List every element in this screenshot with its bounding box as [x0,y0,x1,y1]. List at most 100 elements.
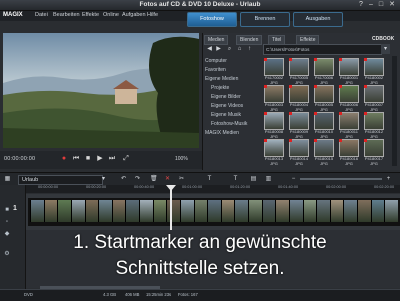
photo-thumbnail[interactable]: P4180004 JPG [289,85,309,112]
timeline-clip[interactable] [111,200,126,222]
timeline-clip[interactable] [70,200,85,222]
timeline-clip[interactable] [166,200,180,222]
folder-item[interactable]: MAGIX Medien [205,130,239,136]
timeline-clip[interactable] [179,200,194,222]
photo-thumbnail[interactable]: P4180002 JPG [364,58,384,85]
photo-thumbnail[interactable]: P4180003 JPG [264,85,284,112]
menu-bearbeiten[interactable]: Bearbeiten [53,12,80,18]
timeline-clip[interactable] [220,200,235,222]
folder-item[interactable]: Eigene Bilder [211,94,241,100]
folder-up-icon[interactable]: ↑ [246,45,253,53]
start-marker-line[interactable] [170,187,172,232]
timeline-clip[interactable] [193,200,208,222]
menu-aufgaben[interactable]: Aufgaben [122,12,146,18]
photo-thumbnail[interactable]: P4180012 JPG [364,112,384,139]
track-mute-icon[interactable]: ■ [3,206,11,214]
help-icon[interactable]: ? [356,1,366,9]
timeline-clip[interactable] [207,200,221,222]
storyboard-icon[interactable]: ▥ [265,175,272,183]
timeline-clip[interactable] [357,200,371,222]
path-field[interactable]: C:\Users\Fotos\Fotos [263,44,382,55]
menu-hilfe[interactable]: Hilfe [147,12,158,18]
path-dropdown-icon[interactable]: ▾ [381,44,390,54]
photo-thumbnail[interactable]: P4180008 JPG [264,112,284,139]
photo-thumbnail[interactable]: P4180007 JPG [364,85,384,112]
play-icon[interactable]: ▶ [96,155,104,163]
timeline-clip[interactable] [57,200,71,222]
text-icon[interactable]: T [206,175,213,183]
timeline-clip[interactable] [343,200,358,222]
zoom-slider[interactable] [300,178,382,180]
project-select[interactable]: Urlaub [18,175,103,185]
photo-thumbnail[interactable]: P4180001 JPG [339,58,359,85]
folder-item[interactable]: Eigene Medien [205,76,238,82]
redo-icon[interactable]: ↷ [134,175,141,183]
timeline-clip[interactable] [316,200,330,222]
photo-thumbnail[interactable]: P4180016 JPG [339,139,359,166]
maximize-icon[interactable]: □ [376,1,386,9]
photo-thumbnail[interactable]: P4180015 JPG [314,139,334,166]
cut-icon[interactable]: ✕ [164,175,171,183]
pool-tab-medien[interactable]: Medien [204,35,229,45]
search-icon[interactable]: ⌕ [226,45,233,53]
scissors-icon[interactable]: ✂ [178,175,185,183]
grid-icon[interactable]: ▦ [4,175,11,183]
zoom-out-icon[interactable]: − [290,175,297,183]
pool-scrollbar[interactable] [392,56,397,166]
photo-thumbnail[interactable]: P4170005 JPG [289,58,309,85]
close-icon[interactable]: ✕ [387,1,397,9]
next-icon[interactable]: ⏭ [108,155,116,163]
menu-datei[interactable]: Datei [35,12,48,18]
timeline-clip[interactable] [302,200,317,222]
preview-monitor[interactable] [3,33,199,148]
track-lock-icon[interactable]: ▫ [3,218,11,226]
timeline-clip[interactable] [234,200,249,222]
photo-thumbnail[interactable]: P4180009 JPG [289,112,309,139]
minimize-icon[interactable]: – [366,1,376,9]
timeline-clip[interactable] [288,200,303,222]
delete-icon[interactable]: 🗑 [150,175,158,183]
menu-online[interactable]: Online [103,12,119,18]
home-icon[interactable]: ⌂ [236,45,243,53]
back-icon[interactable]: ◀ [206,45,213,53]
photo-thumbnail[interactable]: P4180013 JPG [264,139,284,166]
timeline-clip[interactable] [98,200,112,222]
undo-icon[interactable]: ↶ [120,175,127,183]
menu-effekte[interactable]: Effekte [82,12,99,18]
zoom-level[interactable]: 100% [175,156,188,162]
photo-thumbnail[interactable]: P4180005 JPG [314,85,334,112]
tab-ausgaben[interactable]: Ausgaben [293,12,343,27]
forward-icon[interactable]: ▶ [215,45,222,53]
fullscreen-icon[interactable]: ⤢ [122,155,130,163]
folder-item[interactable]: Projekte [211,85,229,91]
photo-thumbnail[interactable]: P4170006 JPG [314,58,334,85]
photo-thumbnail[interactable]: P4180011 JPG [339,112,359,139]
text-effect-icon[interactable]: T [232,175,239,183]
photo-thumbnail[interactable]: P4180017 JPG [364,139,384,166]
timeline-clip[interactable] [370,200,385,222]
timeline-clip[interactable] [384,200,398,222]
timeline-clip[interactable] [152,200,167,222]
timeline-clip[interactable] [139,200,153,222]
pool-tab-blenden[interactable]: Blenden [236,35,263,45]
photo-thumbnail[interactable]: P4180006 JPG [339,85,359,112]
folder-item[interactable]: Fotoshow-Musik [211,121,247,127]
timeline-clip[interactable] [275,200,289,222]
record-icon[interactable]: ● [60,155,68,163]
timeline-clip[interactable] [43,200,58,222]
timeline-clip[interactable] [329,200,344,222]
timeline-clip[interactable] [248,200,262,222]
folder-item[interactable]: Favoriten [205,67,226,73]
folder-item[interactable]: Computer [205,58,227,64]
photo-thumbnail[interactable]: P4180014 JPG [289,139,309,166]
timeline-clip[interactable] [30,200,44,222]
photo-thumbnail[interactable]: P4180010 JPG [314,112,334,139]
track-view-icon[interactable]: ▤ [250,175,257,183]
previous-icon[interactable]: ⏮ [72,155,80,163]
project-dropdown-icon[interactable]: ▾ [100,175,107,183]
timeline-clip[interactable] [125,200,140,222]
stop-icon[interactable]: ■ [84,155,92,163]
timeline-clip[interactable] [84,200,99,222]
folder-item[interactable]: Eigene Musik [211,112,241,118]
zoom-in-icon[interactable]: + [385,175,392,183]
